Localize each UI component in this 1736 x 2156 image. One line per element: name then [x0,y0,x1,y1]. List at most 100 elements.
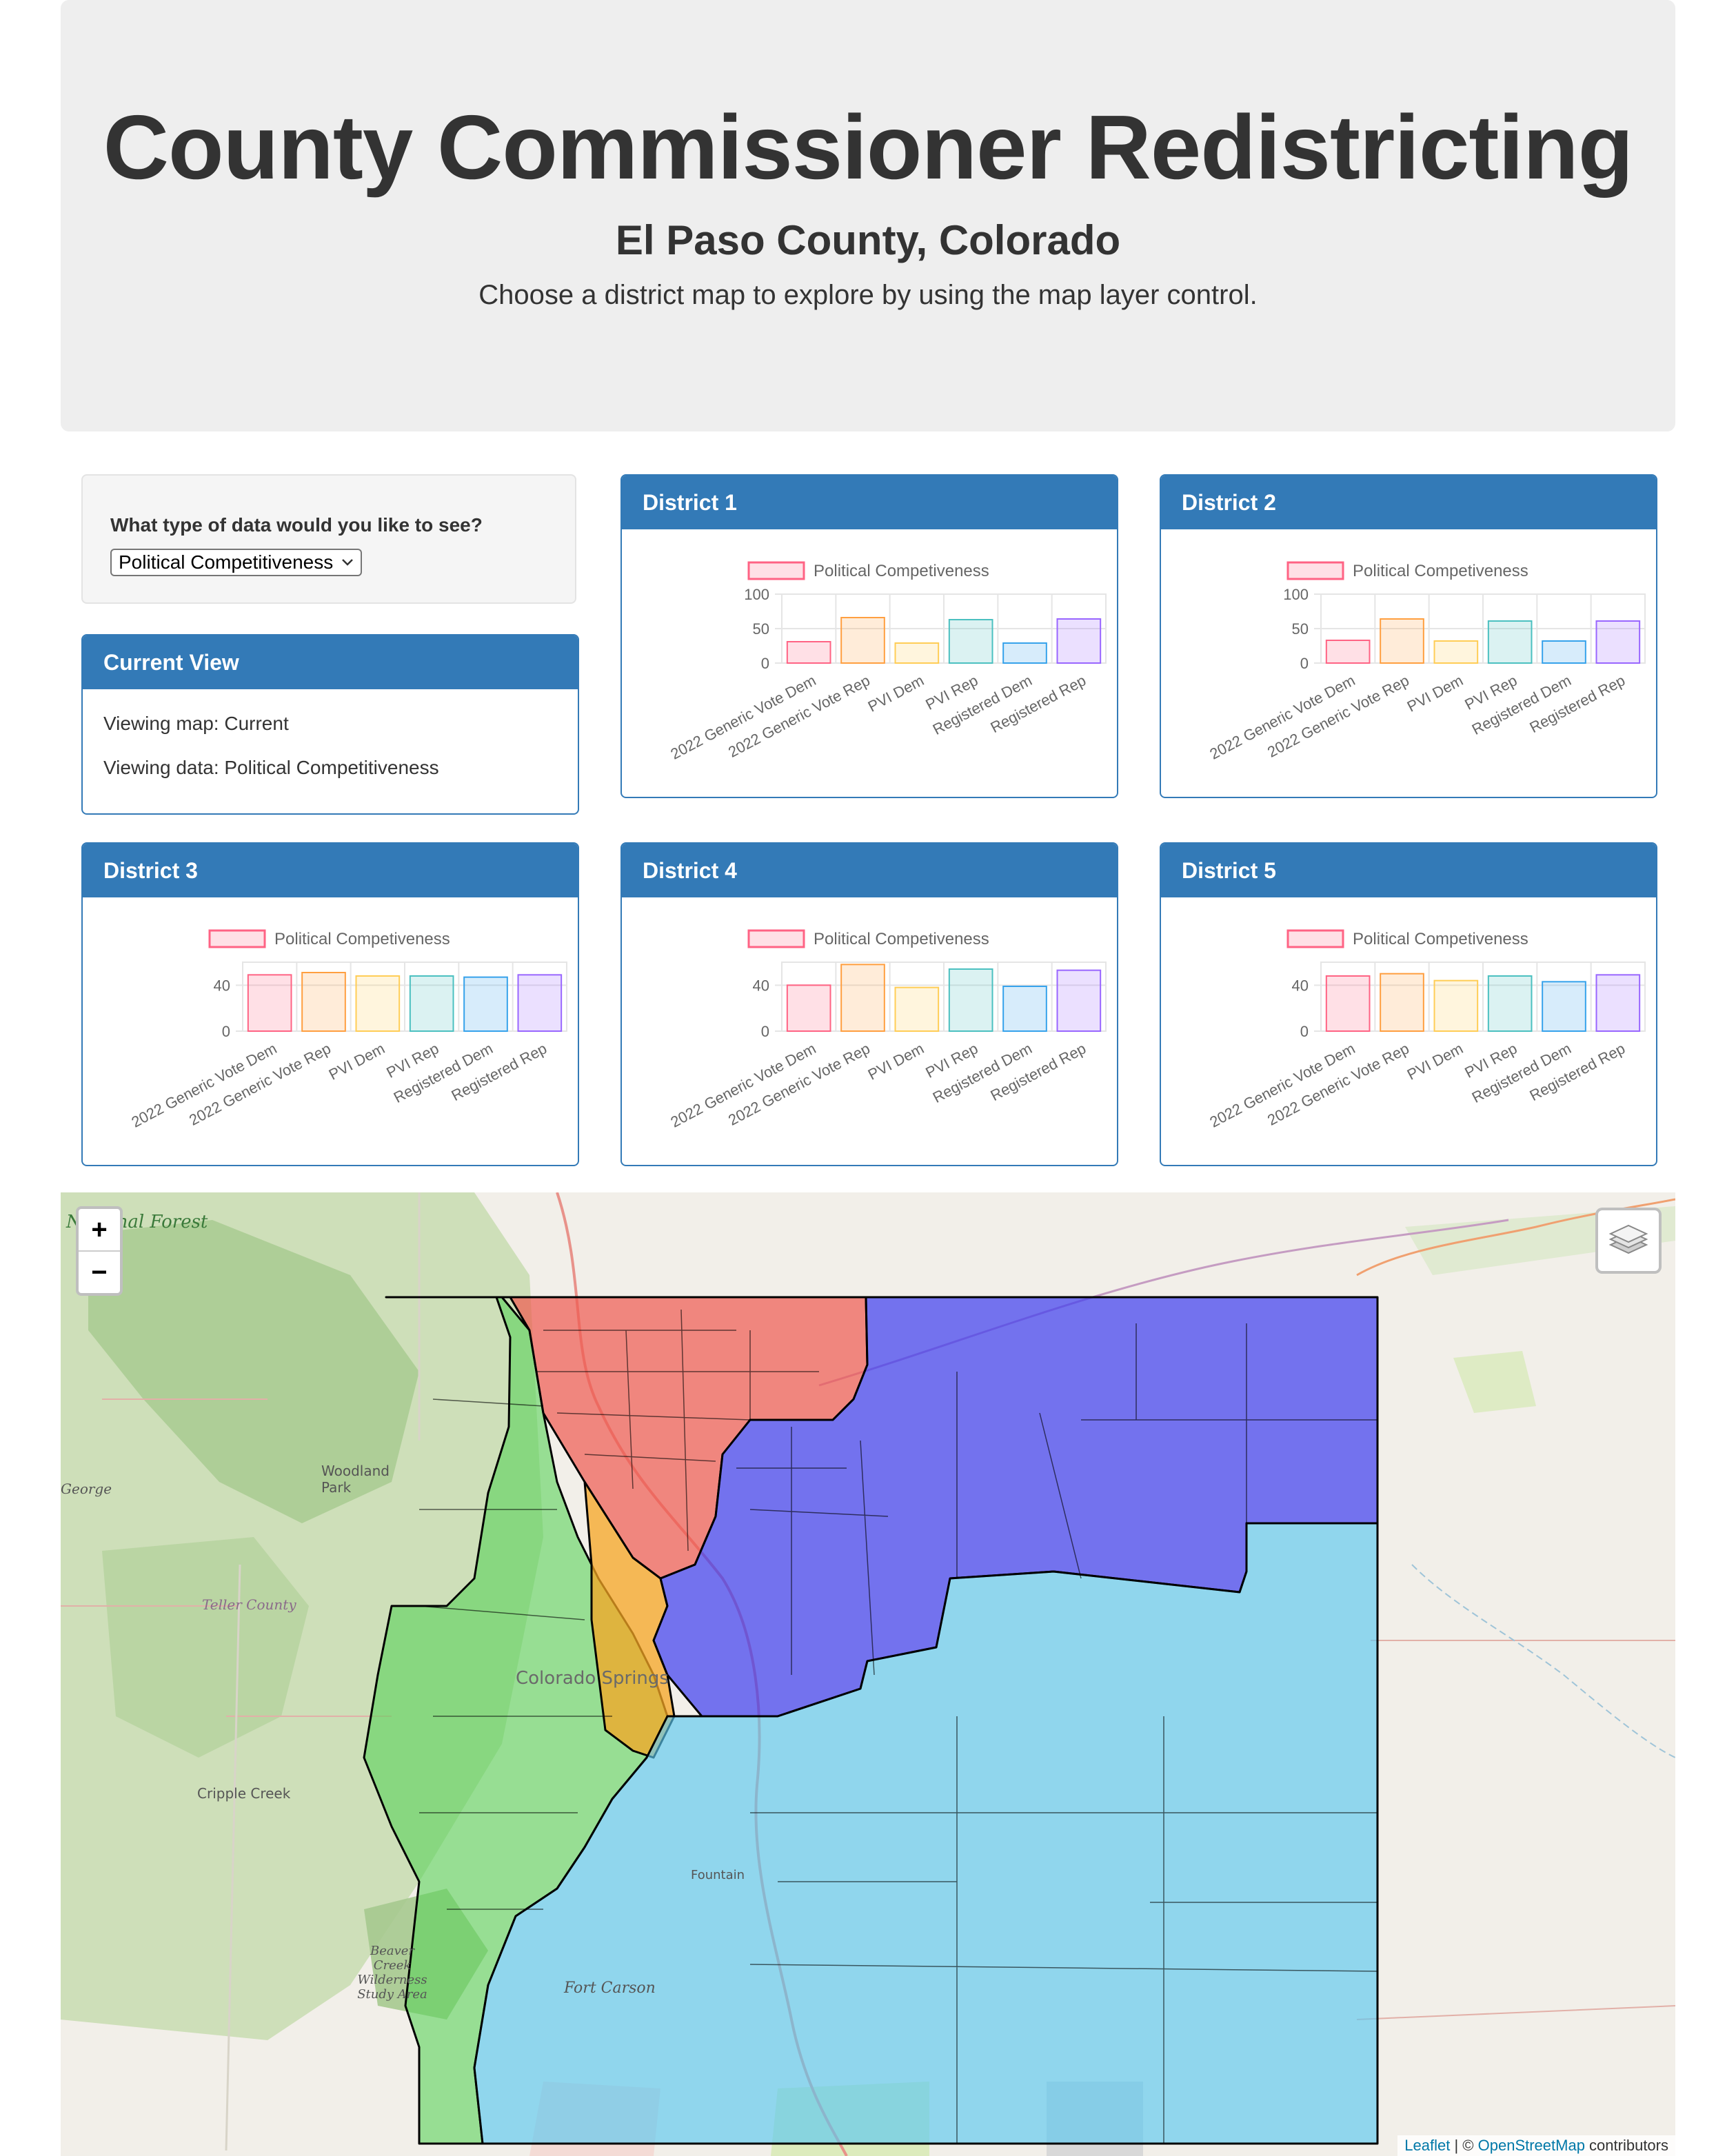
district-1-panel: District 1 Political Competiveness 0 50 100… [620,474,1118,798]
data-type-label: What type of data would you like to see? [110,514,483,536]
current-view-panel: Current View Viewing map: Current Viewin… [81,634,579,815]
layers-icon [1608,1224,1648,1254]
bar-1 [247,974,292,1032]
layer-control-button[interactable] [1595,1208,1662,1274]
bar-4 [1487,620,1533,664]
x-tick-label: Registered Rep [987,1039,1089,1104]
legend-label: Political Competiveness [814,930,989,948]
legend-swatch [1286,929,1344,948]
district-3-panel: District 3 Political Competiveness 0 40 202… [81,842,579,1166]
bar-6 [1595,974,1641,1032]
y-tick-label: 40 [1292,977,1309,994]
district-4-panel: District 4 Political Competiveness 0 40 202… [620,842,1118,1166]
legend-label: Political Competiveness [1353,562,1528,580]
district-4-heading: District 4 [622,844,1117,897]
district-2-panel: District 2 Political Competiveness 0 50 100… [1160,474,1657,798]
bar-5 [1002,986,1047,1032]
y-tick-label: 100 [1283,586,1309,603]
bar-5 [463,976,508,1032]
openstreetmap-link[interactable]: OpenStreetMap [1478,2137,1585,2154]
y-tick-label: 50 [753,620,769,638]
chevron-down-icon [342,559,354,566]
y-tick-label: 0 [222,1023,230,1040]
y-tick-label: 0 [1300,1023,1309,1040]
map-label-fountain: Fountain [691,1868,745,1882]
x-tick-label: PVI Dem [1404,671,1466,715]
district-4-chart: Political Competiveness0402022 Generic V… [667,929,1107,1131]
page-title: County Commissioner Redistricting [103,96,1634,198]
bar-1 [1325,640,1371,664]
bar-3 [355,975,401,1032]
x-tick-label: Registered Rep [1526,671,1628,736]
viewing-map-text: Viewing map: Current [103,713,289,734]
bar-3 [894,986,940,1033]
zoom-in-button[interactable]: + [79,1209,120,1250]
map-label-colorado-springs: Colorado Springs [516,1668,669,1689]
instructions-text: Choose a district map to explore by usin… [478,280,1258,310]
bar-6 [1595,620,1641,664]
map-label-cripple-creek: Cripple Creek [197,1785,291,1802]
bar-5 [1542,640,1586,664]
viewing-data-text: Viewing data: Political Competitiveness [103,757,439,778]
x-tick-label: Registered Rep [1526,1039,1628,1104]
x-tick-label: Registered Rep [987,671,1089,736]
district-5-panel: District 5 Political Competiveness 0 40 202… [1160,842,1657,1166]
district-1-chart: Political Competiveness0501002022 Generi… [667,561,1107,763]
current-view-heading: Current View [83,635,578,689]
legend-swatch [747,561,805,580]
bar-2 [1380,973,1424,1032]
legend-label: Political Competiveness [274,930,450,948]
data-type-select[interactable]: Political Competitiveness [110,549,363,576]
x-tick-label: PVI Dem [1404,1039,1466,1083]
map-attribution: Leaflet | © OpenStreetMap contributors [1397,2135,1675,2156]
district-5-heading: District 5 [1161,844,1656,897]
bar-4 [948,619,993,664]
bar-1 [1325,975,1371,1032]
district-2-chart: Political Competiveness0501002022 Generi… [1207,561,1646,763]
bar-5 [1002,642,1047,664]
district-map[interactable]: National Forest George Woodland Park Tel… [61,1192,1675,2156]
district-2-heading: District 2 [1161,476,1656,529]
legend-swatch [208,929,266,948]
bar-2 [840,617,885,664]
bar-2 [840,964,885,1032]
y-tick-label: 40 [753,977,769,994]
map-label-woodland-park: Woodland Park [321,1463,390,1496]
legend-swatch [1286,561,1344,580]
bar-6 [517,974,563,1032]
data-type-selected: Political Competitiveness [119,551,334,573]
page-subtitle: El Paso County, Colorado [615,217,1121,263]
bar-1 [786,641,831,664]
bar-3 [1433,979,1479,1032]
district-1-heading: District 1 [622,476,1117,529]
zoom-out-button[interactable]: − [79,1250,120,1293]
y-tick-label: 0 [761,1023,769,1040]
bar-5 [1542,981,1586,1032]
attribution-contributors: contributors [1584,2137,1668,2154]
legend-label: Political Competiveness [1353,930,1528,948]
bar-1 [786,984,831,1032]
map-label-george: George [61,1481,112,1497]
y-tick-label: 50 [1292,620,1309,638]
bar-4 [1487,975,1533,1032]
bar-2 [1380,618,1424,664]
bar-6 [1056,618,1102,664]
y-tick-label: 0 [761,655,769,672]
district-3-heading: District 3 [83,844,578,897]
x-tick-label: PVI Dem [865,1039,927,1083]
zoom-control: + − [76,1206,123,1296]
x-tick-label: Registered Rep [448,1039,549,1104]
bar-3 [1433,640,1479,664]
attribution-separator: | © [1450,2137,1478,2154]
bar-2 [301,972,346,1032]
bar-3 [894,642,940,664]
data-type-control: What type of data would you like to see?… [81,474,576,604]
map-tiles [61,1192,1675,2156]
y-tick-label: 40 [214,977,230,994]
map-label-beaver-creek: Beaver Creek Wilderness Study Area [357,1944,427,2002]
leaflet-link[interactable]: Leaflet [1404,2137,1450,2154]
bar-4 [948,968,993,1032]
district-3-chart: Political Competiveness0402022 Generic V… [128,929,567,1131]
bar-4 [409,975,454,1032]
header-jumbotron: County Commissioner Redistricting El Pas… [61,0,1675,431]
